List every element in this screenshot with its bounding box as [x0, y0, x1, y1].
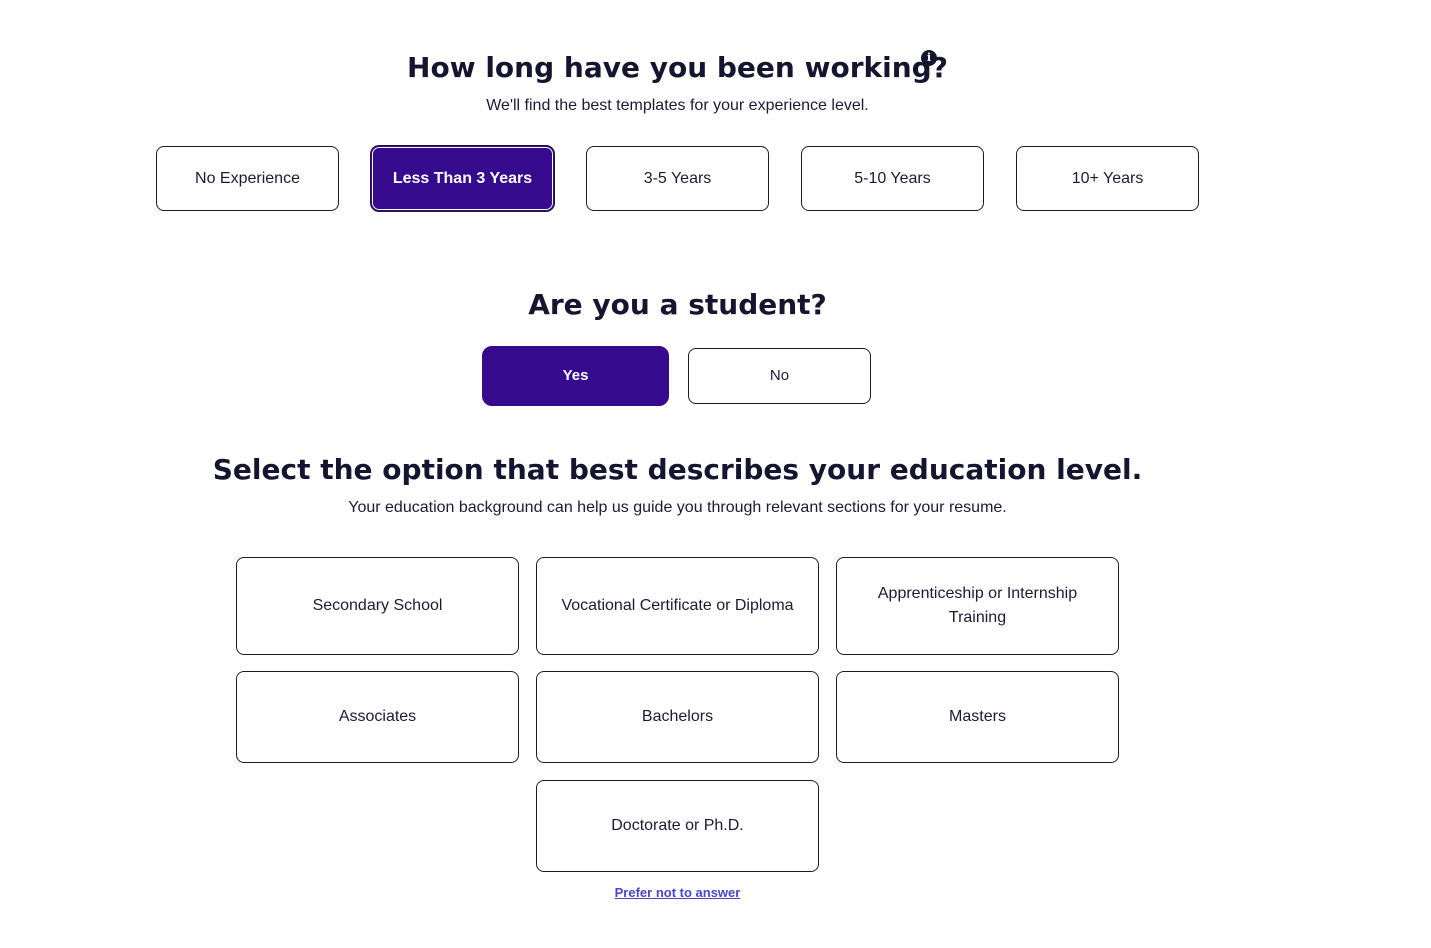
education-subtitle: Your education background can help us gu…: [348, 499, 1007, 516]
info-circle-icon[interactable]: i: [921, 50, 937, 66]
education-title: Select the option that best describes yo…: [212, 453, 1143, 486]
experience-option-5-10-years[interactable]: 5-10 Years: [801, 146, 984, 211]
student-title: Are you a student?: [528, 288, 827, 321]
student-option-yes[interactable]: Yes: [482, 346, 669, 406]
experience-option-no-experience[interactable]: No Experience: [156, 146, 339, 211]
education-option-associates[interactable]: Associates: [236, 671, 519, 763]
education-option-secondary-school[interactable]: Secondary School: [236, 557, 519, 655]
education-option-bachelors[interactable]: Bachelors: [536, 671, 819, 763]
education-option-masters[interactable]: Masters: [836, 671, 1119, 763]
experience-subtitle: We'll find the best templates for your e…: [486, 97, 869, 114]
experience-option-10-plus-years[interactable]: 10+ Years: [1016, 146, 1199, 211]
education-option-apprenticeship[interactable]: Apprenticeship or Internship Training: [836, 557, 1119, 655]
student-option-no[interactable]: No: [688, 348, 871, 404]
prefer-not-to-answer-link[interactable]: Prefer not to answer: [536, 885, 819, 900]
experience-option-less-than-3-years[interactable]: Less Than 3 Years: [371, 146, 554, 211]
experience-option-3-5-years[interactable]: 3-5 Years: [586, 146, 769, 211]
education-option-vocational-certificate[interactable]: Vocational Certificate or Diploma: [536, 557, 819, 655]
education-option-doctorate[interactable]: Doctorate or Ph.D.: [536, 780, 819, 872]
experience-title: How long have you been working?: [407, 51, 948, 84]
